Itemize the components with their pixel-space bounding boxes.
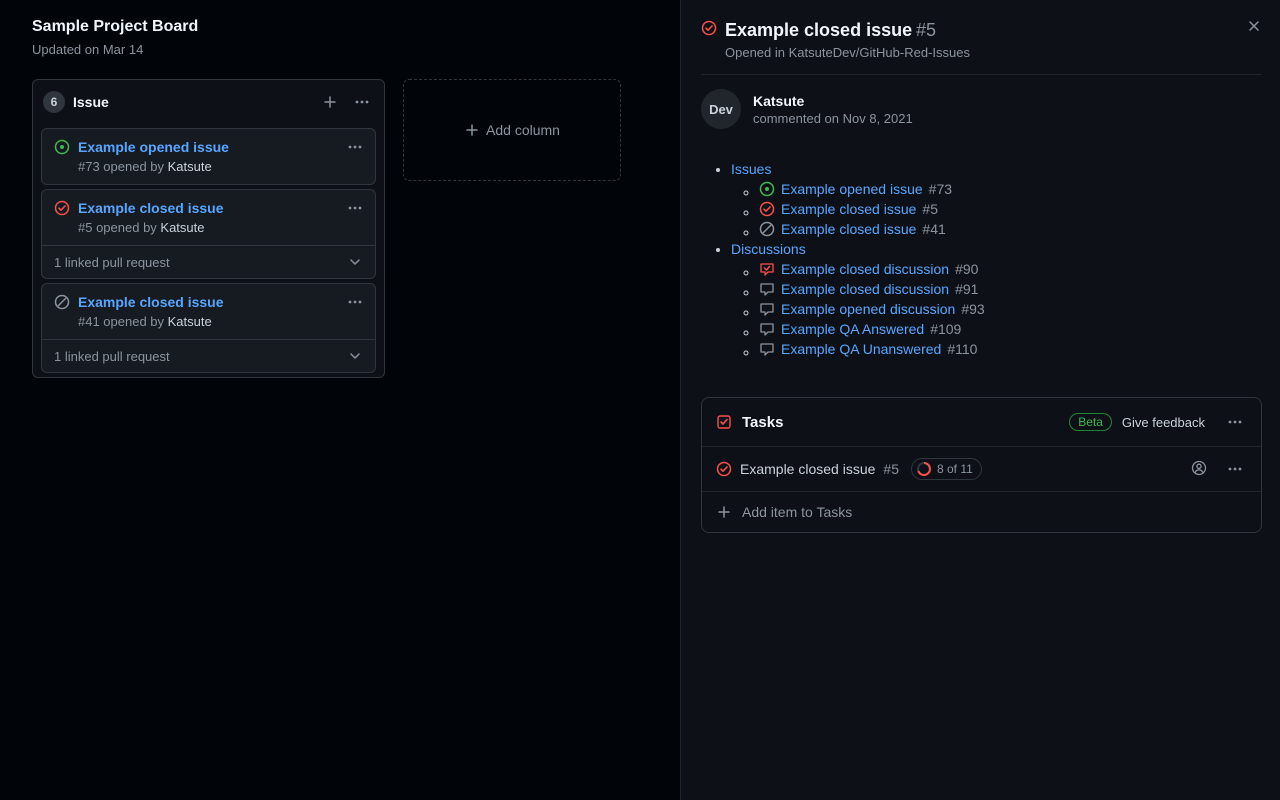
discussion-number: #90 xyxy=(955,261,978,277)
tasks-box: Tasks Beta Give feedback Example closed … xyxy=(701,397,1262,533)
comment-meta: commented on Nov 8, 2021 xyxy=(753,111,913,126)
card-linked-footer[interactable]: 1 linked pull request xyxy=(42,339,375,372)
issue-link[interactable]: Example closed issue xyxy=(781,221,916,237)
issue-link[interactable]: Example closed issue xyxy=(781,201,916,217)
issue-open-icon xyxy=(759,181,775,197)
add-column-label: Add column xyxy=(486,122,560,138)
column-add-button[interactable] xyxy=(318,90,342,114)
card-title[interactable]: Example closed issue xyxy=(78,294,339,310)
add-column-button[interactable]: Add column xyxy=(403,79,621,181)
column-title: Issue xyxy=(73,94,310,110)
card-author[interactable]: Katsute xyxy=(160,220,204,235)
column-menu-button[interactable] xyxy=(350,90,374,114)
issue-closed-icon xyxy=(54,200,70,235)
issue-closed-icon xyxy=(759,201,775,217)
discussion-number: #109 xyxy=(930,321,961,337)
task-progress-pill: 8 of 11 xyxy=(911,458,982,480)
issue-closed-icon xyxy=(716,461,732,477)
card-linked-footer[interactable]: 1 linked pull request xyxy=(42,245,375,278)
issue-number: #41 xyxy=(922,221,945,237)
task-item-title: Example closed issue xyxy=(740,461,875,477)
issue-link[interactable]: Example opened issue xyxy=(781,181,923,197)
chevron-down-icon xyxy=(347,348,363,364)
panel-title: Example closed issue xyxy=(725,20,912,40)
tasks-menu-button[interactable] xyxy=(1223,410,1247,434)
panel-repo-link[interactable]: KatsuteDev/GitHub-Red-Issues xyxy=(789,45,970,60)
discussion-icon xyxy=(759,281,775,297)
discussions-heading-link[interactable]: Discussions xyxy=(731,241,806,257)
issue-card[interactable]: Example opened issue #73 opened by Katsu… xyxy=(41,128,376,185)
linked-pr-text: 1 linked pull request xyxy=(54,349,170,364)
add-task-label: Add item to Tasks xyxy=(742,504,852,520)
task-item-number: #5 xyxy=(883,461,899,477)
comment-author[interactable]: Katsute xyxy=(753,93,913,109)
discussion-link[interactable]: Example opened discussion xyxy=(781,301,955,317)
tasks-title: Tasks xyxy=(742,414,1059,431)
panel-opened-in: Opened in KatsuteDev/GitHub-Red-Issues xyxy=(725,45,1262,60)
column-count-badge: 6 xyxy=(43,91,65,113)
card-title[interactable]: Example closed issue xyxy=(78,200,339,216)
card-menu-button[interactable] xyxy=(347,294,363,329)
issue-card[interactable]: Example closed issue #5 opened by Katsut… xyxy=(41,189,376,279)
issue-side-panel: Example closed issue #5 Opened in Katsut… xyxy=(680,0,1280,800)
board-updated: Updated on Mar 14 xyxy=(32,42,656,57)
add-task-button[interactable]: Add item to Tasks xyxy=(702,492,1261,532)
discussion-icon xyxy=(759,341,775,357)
issue-open-icon xyxy=(54,139,70,174)
panel-issue-number: #5 xyxy=(916,20,936,40)
discussion-link[interactable]: Example QA Answered xyxy=(781,321,924,337)
discussion-icon xyxy=(759,321,775,337)
tasklist-icon xyxy=(716,414,732,430)
chevron-down-icon xyxy=(347,254,363,270)
discussion-link[interactable]: Example QA Unanswered xyxy=(781,341,941,357)
discussion-number: #110 xyxy=(947,341,977,357)
issues-heading-link[interactable]: Issues xyxy=(731,161,771,177)
linked-pr-text: 1 linked pull request xyxy=(54,255,170,270)
card-title[interactable]: Example opened issue xyxy=(78,139,339,155)
discussion-number: #91 xyxy=(955,281,978,297)
avatar[interactable]: Dev xyxy=(701,89,741,129)
discussion-icon xyxy=(759,261,775,277)
board-title: Sample Project Board xyxy=(32,18,656,36)
issue-notplanned-icon xyxy=(759,221,775,237)
issue-notplanned-icon xyxy=(54,294,70,329)
issue-card[interactable]: Example closed issue #41 opened by Katsu… xyxy=(41,283,376,373)
card-menu-button[interactable] xyxy=(347,139,363,174)
issue-closed-icon xyxy=(701,20,717,36)
column-issue: 6 Issue Example opened issue #73 opened … xyxy=(32,79,385,378)
issue-number: #73 xyxy=(929,181,952,197)
discussion-number: #93 xyxy=(961,301,984,317)
task-item-menu-button[interactable] xyxy=(1223,457,1247,481)
assignee-icon[interactable] xyxy=(1191,460,1209,478)
discussion-link[interactable]: Example closed discussion xyxy=(781,261,949,277)
card-menu-button[interactable] xyxy=(347,200,363,235)
discussion-icon xyxy=(759,301,775,317)
beta-badge: Beta xyxy=(1069,413,1112,431)
task-item[interactable]: Example closed issue #5 8 of 11 xyxy=(702,447,1261,492)
discussion-link[interactable]: Example closed discussion xyxy=(781,281,949,297)
issue-number: #5 xyxy=(922,201,938,217)
card-meta: #41 opened by Katsute xyxy=(78,314,339,329)
feedback-link[interactable]: Give feedback xyxy=(1122,415,1205,430)
plus-icon xyxy=(464,122,480,138)
card-meta: #5 opened by Katsute xyxy=(78,220,339,235)
close-button[interactable] xyxy=(1246,18,1262,34)
card-author[interactable]: Katsute xyxy=(168,159,212,174)
plus-icon xyxy=(716,504,732,520)
progress-icon xyxy=(916,461,932,477)
comment-body: Issues Example opened issue #73 Example … xyxy=(701,157,1262,361)
card-meta: #73 opened by Katsute xyxy=(78,159,339,174)
card-author[interactable]: Katsute xyxy=(168,314,212,329)
